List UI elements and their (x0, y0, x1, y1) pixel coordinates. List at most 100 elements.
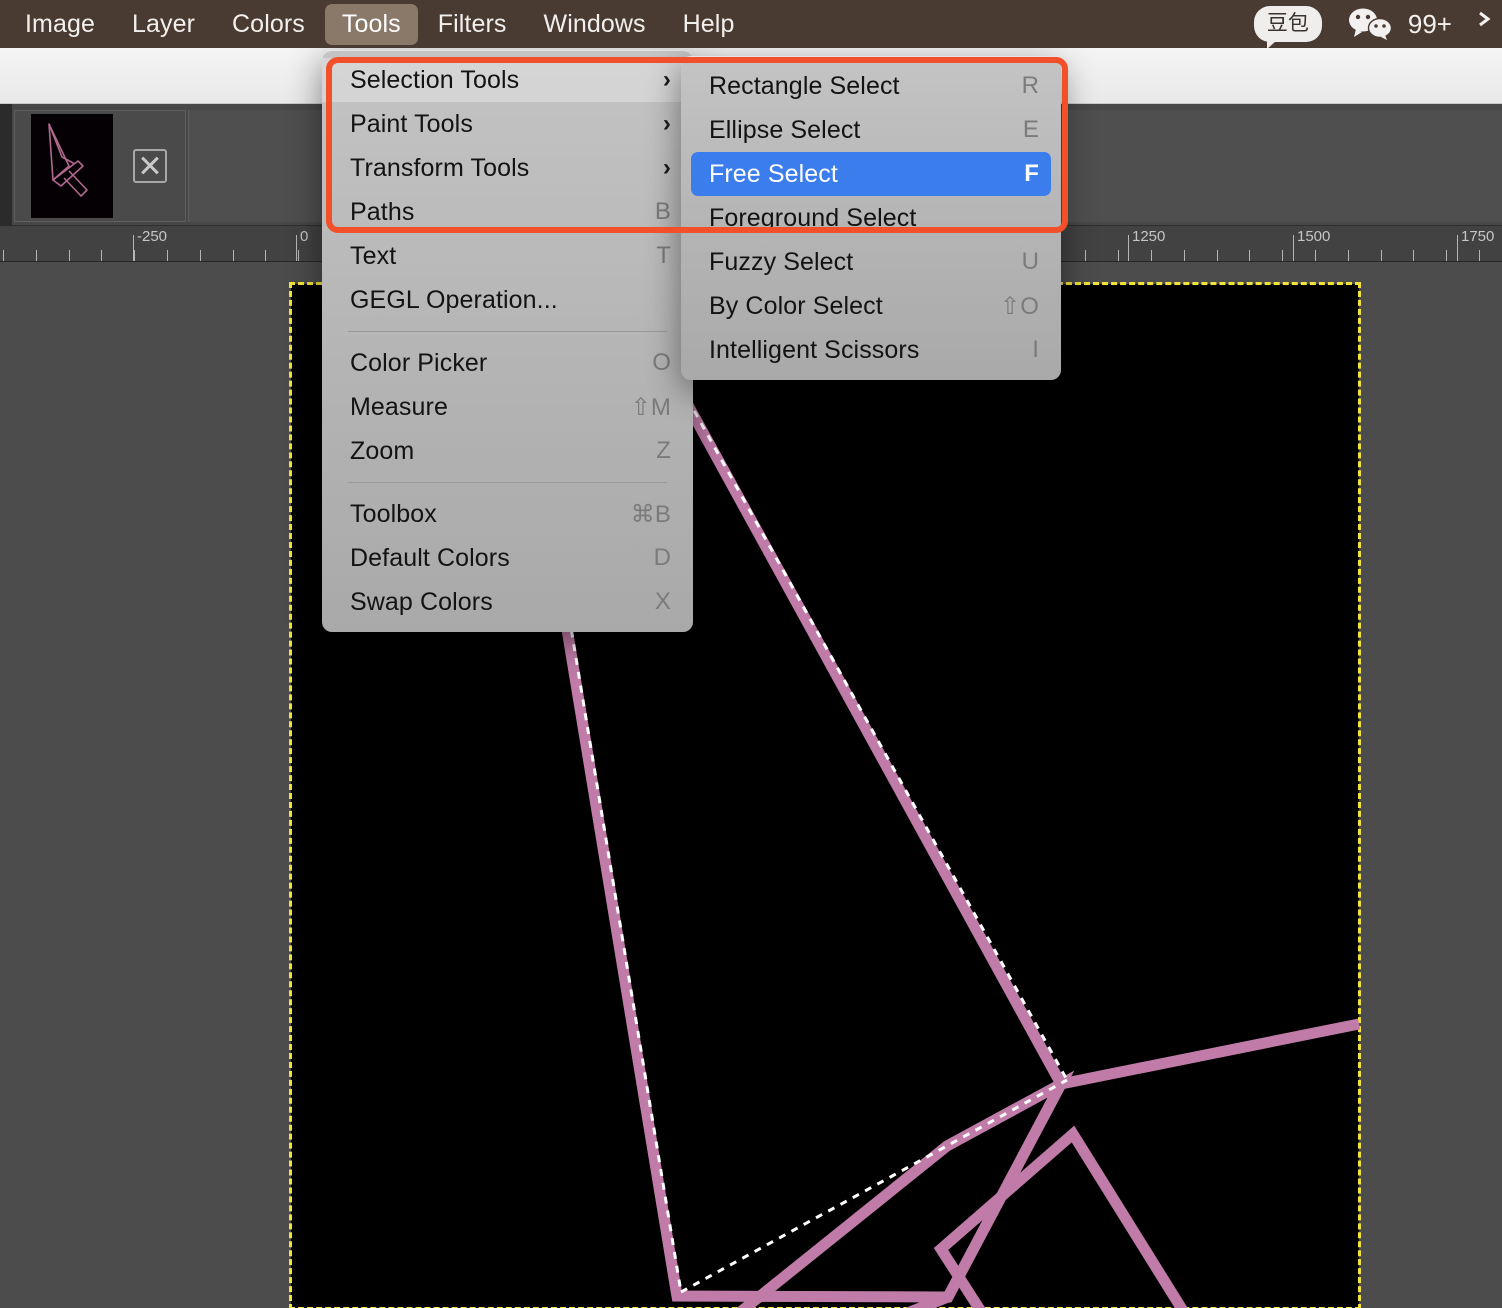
menu-item-label: Paint Tools (350, 109, 473, 138)
submenu-item-rectangle-select[interactable]: Rectangle Select R (681, 64, 1061, 108)
dock-left-gutter (0, 104, 12, 226)
tools-menu-item-transform-tools[interactable]: Transform Tools › (322, 146, 693, 190)
selection-tools-submenu[interactable]: Rectangle Select R Ellipse Select E Free Sel… (681, 56, 1061, 380)
menu-item-tools[interactable]: Tools (324, 3, 418, 45)
menu-separator (348, 482, 667, 483)
tools-menu-popup[interactable]: Selection Tools › Paint Tools › Transform To… (322, 50, 693, 632)
menu-item-label: Paths (350, 197, 415, 226)
menu-item-image[interactable]: Image (8, 4, 112, 45)
menu-item-layer[interactable]: Layer (115, 4, 212, 45)
partial-tray-icon[interactable] (1478, 9, 1496, 40)
ruler-minor-tick (1282, 250, 1283, 261)
menu-item-label: Text (350, 241, 397, 270)
submenu-item-label: By Color Select (709, 291, 883, 320)
ruler-minor-tick (1118, 250, 1119, 261)
tools-menu-item-default-colors[interactable]: Default Colors D (322, 536, 693, 580)
menu-item-shortcut: D (653, 544, 671, 571)
menu-item-colors[interactable]: Colors (215, 4, 322, 45)
submenu-item-shortcut: ⇧O (1000, 292, 1039, 320)
menu-item-label: Default Colors (350, 543, 510, 572)
menu-item-shortcut: X (654, 588, 671, 615)
menu-item-windows[interactable]: Windows (527, 4, 663, 45)
menu-item-label: Transform Tools (350, 153, 530, 182)
system-tray: 豆包 99+ (1253, 6, 1502, 49)
wechat-icon (1348, 8, 1393, 40)
menu-item-shortcut: Z (656, 437, 671, 464)
chevron-right-icon: › (662, 110, 671, 137)
menu-item-shortcut: ⌘B (630, 500, 671, 528)
menu-item-label: Measure (350, 392, 448, 421)
ruler-minor-tick (1217, 250, 1218, 261)
ruler-minor-tick (36, 250, 37, 261)
menu-item-shortcut: T (656, 242, 671, 269)
submenu-item-label: Intelligent Scissors (709, 335, 920, 364)
menu-item-label: Swap Colors (350, 587, 493, 616)
chevron-right-icon: › (662, 154, 671, 181)
canvas-viewport[interactable] (0, 262, 1502, 1308)
layer-list-item[interactable] (14, 110, 186, 222)
ruler-minor-tick (1085, 250, 1086, 261)
submenu-item-label: Ellipse Select (709, 115, 861, 144)
tools-menu-item-measure[interactable]: Measure ⇧M (322, 385, 693, 429)
ruler-minor-tick (3, 250, 4, 261)
ruler-tick-label: 1750 (1461, 228, 1495, 245)
tools-menu-item-paint-tools[interactable]: Paint Tools › (322, 102, 693, 146)
chevron-right-icon: › (662, 66, 671, 93)
tools-menu-item-zoom[interactable]: Zoom Z (322, 429, 693, 473)
ruler-minor-tick (1479, 250, 1480, 261)
ruler-tick-label: 1500 (1297, 228, 1331, 245)
submenu-item-shortcut: I (1032, 336, 1039, 363)
ruler-minor-tick (1151, 250, 1152, 261)
submenu-item-label: Foreground Select (709, 203, 917, 232)
menu-item-help[interactable]: Help (666, 4, 752, 45)
doubao-icon[interactable]: 豆包 (1253, 6, 1322, 49)
macos-menu-bar: Image Layer Colors Tools Filters Windows… (0, 0, 1502, 49)
ruler-minor-tick (233, 250, 234, 261)
ruler-major-tick (133, 235, 134, 261)
ruler-minor-tick (200, 250, 201, 261)
ruler-minor-tick (69, 250, 70, 261)
wechat-tray-item[interactable]: 99+ (1348, 7, 1452, 41)
ruler-major-tick (1293, 235, 1294, 261)
tools-menu-item-swap-colors[interactable]: Swap Colors X (322, 580, 693, 624)
submenu-item-fuzzy-select[interactable]: Fuzzy Select U (681, 240, 1061, 284)
menu-item-shortcut: ⇧M (630, 393, 671, 421)
tools-menu-item-text[interactable]: Text T (322, 234, 693, 278)
submenu-item-foreground-select[interactable]: Foreground Select (681, 196, 1061, 240)
submenu-item-shortcut: U (1021, 248, 1039, 275)
tools-menu-item-toolbox[interactable]: Toolbox ⌘B (322, 492, 693, 536)
submenu-item-by-color-select[interactable]: By Color Select ⇧O (681, 284, 1061, 328)
menu-item-label: Zoom (350, 436, 415, 465)
submenu-item-label: Rectangle Select (709, 71, 900, 100)
ruler-minor-tick (298, 250, 299, 261)
layer-thumbnail (31, 114, 113, 218)
submenu-item-intelligent-scissors[interactable]: Intelligent Scissors I (681, 328, 1061, 372)
ruler-tick-label: 1250 (1132, 228, 1166, 245)
tools-menu-item-selection-tools[interactable]: Selection Tools › (322, 58, 693, 102)
ruler-minor-tick (265, 250, 266, 261)
menu-item-filters[interactable]: Filters (421, 4, 524, 45)
menu-item-label: Toolbox (350, 499, 437, 528)
submenu-item-label: Fuzzy Select (709, 247, 854, 276)
ruler-minor-tick (1184, 250, 1185, 261)
tools-menu-item-color-picker[interactable]: Color Picker O (322, 341, 693, 385)
submenu-item-ellipse-select[interactable]: Ellipse Select E (681, 108, 1061, 152)
ruler-minor-tick (1446, 250, 1447, 261)
ruler-minor-tick (167, 250, 168, 261)
ruler-minor-tick (134, 250, 135, 261)
menu-item-label: GEGL Operation... (350, 285, 558, 314)
menu-item-shortcut: O (652, 349, 671, 376)
submenu-item-label: Free Select (709, 159, 838, 188)
menu-item-shortcut: B (654, 198, 671, 225)
ruler-tick-label: -250 (137, 228, 168, 245)
tools-menu-item-paths[interactable]: Paths B (322, 190, 693, 234)
menu-separator (348, 331, 667, 332)
tools-menu-item-gegl-operation[interactable]: GEGL Operation... (322, 278, 693, 322)
menu-item-label: Selection Tools (350, 65, 520, 94)
ruler-minor-tick (1413, 250, 1414, 261)
submenu-item-shortcut: R (1021, 72, 1039, 99)
menu-item-label: Color Picker (350, 348, 488, 377)
submenu-item-free-select[interactable]: Free Select F (691, 152, 1051, 196)
layer-delete-icon[interactable] (133, 149, 167, 183)
wechat-badge-count: 99+ (1407, 8, 1452, 39)
